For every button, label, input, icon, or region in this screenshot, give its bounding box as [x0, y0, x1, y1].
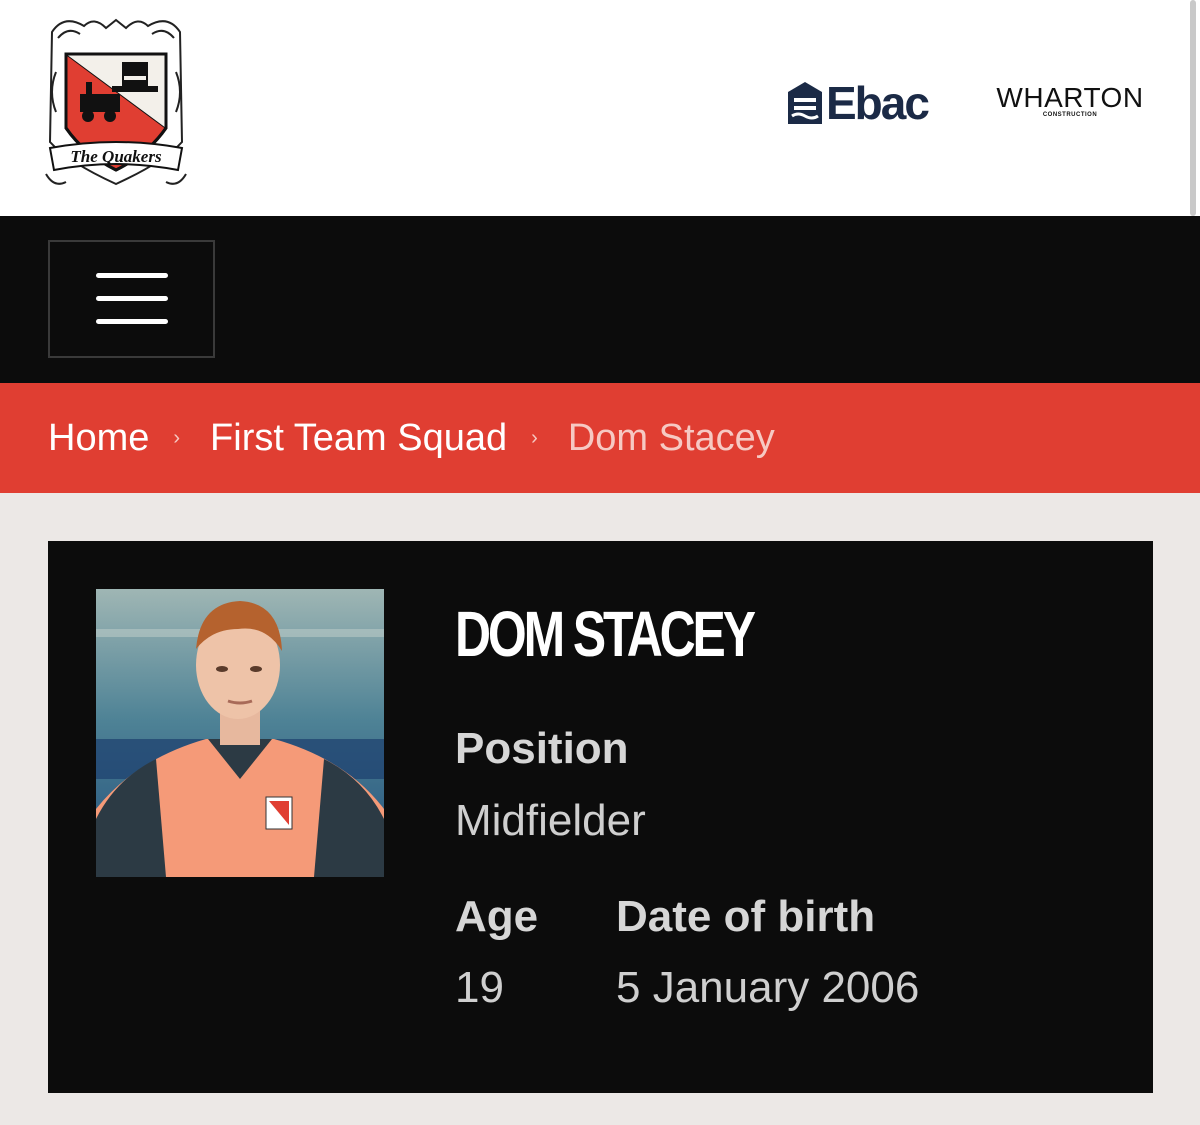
main-nav-bar [0, 216, 1200, 383]
crest-ribbon-text: The Quakers [70, 147, 162, 166]
date-of-birth-value: 5 January 2006 [616, 963, 920, 1012]
player-photo [96, 589, 384, 877]
position-label: Position [455, 724, 629, 773]
sponsor-ebac-wordmark: Ebac [826, 77, 930, 129]
breadcrumb: Home › First Team Squad › Dom Stacey [0, 383, 1200, 493]
sponsor-wharton-wordmark: WHARTON [996, 82, 1144, 113]
hamburger-menu-button[interactable] [48, 240, 215, 358]
breadcrumb-home[interactable]: Home [48, 417, 149, 460]
breadcrumb-separator-icon: › [531, 426, 538, 449]
breadcrumb-separator-icon: › [173, 426, 181, 449]
player-profile-page: The Quakers Ebac WHARTON CONSTRUCTION Ho… [0, 0, 1200, 1125]
position-value: Midfielder [455, 796, 646, 845]
player-name: DOM STACEY [455, 598, 756, 670]
sponsor-logo-wharton[interactable]: WHARTON CONSTRUCTION [990, 82, 1150, 119]
ebac-building-icon [788, 82, 822, 124]
sponsor-logo-ebac[interactable]: Ebac [786, 77, 930, 129]
age-value: 19 [455, 963, 504, 1012]
player-card: DOM STACEY Position Midfielder Age 19 Da… [48, 541, 1153, 1093]
date-of-birth-label: Date of birth [616, 892, 876, 941]
age-label: Age [455, 892, 539, 941]
page-scrollbar[interactable] [1186, 0, 1200, 1125]
scrollbar-thumb[interactable] [1190, 0, 1196, 216]
breadcrumb-first-team-squad[interactable]: First Team Squad [210, 417, 507, 460]
site-header: The Quakers Ebac WHARTON CONSTRUCTION [0, 0, 1200, 216]
club-crest-logo[interactable]: The Quakers [44, 12, 188, 194]
breadcrumb-current-page: Dom Stacey [567, 416, 775, 459]
